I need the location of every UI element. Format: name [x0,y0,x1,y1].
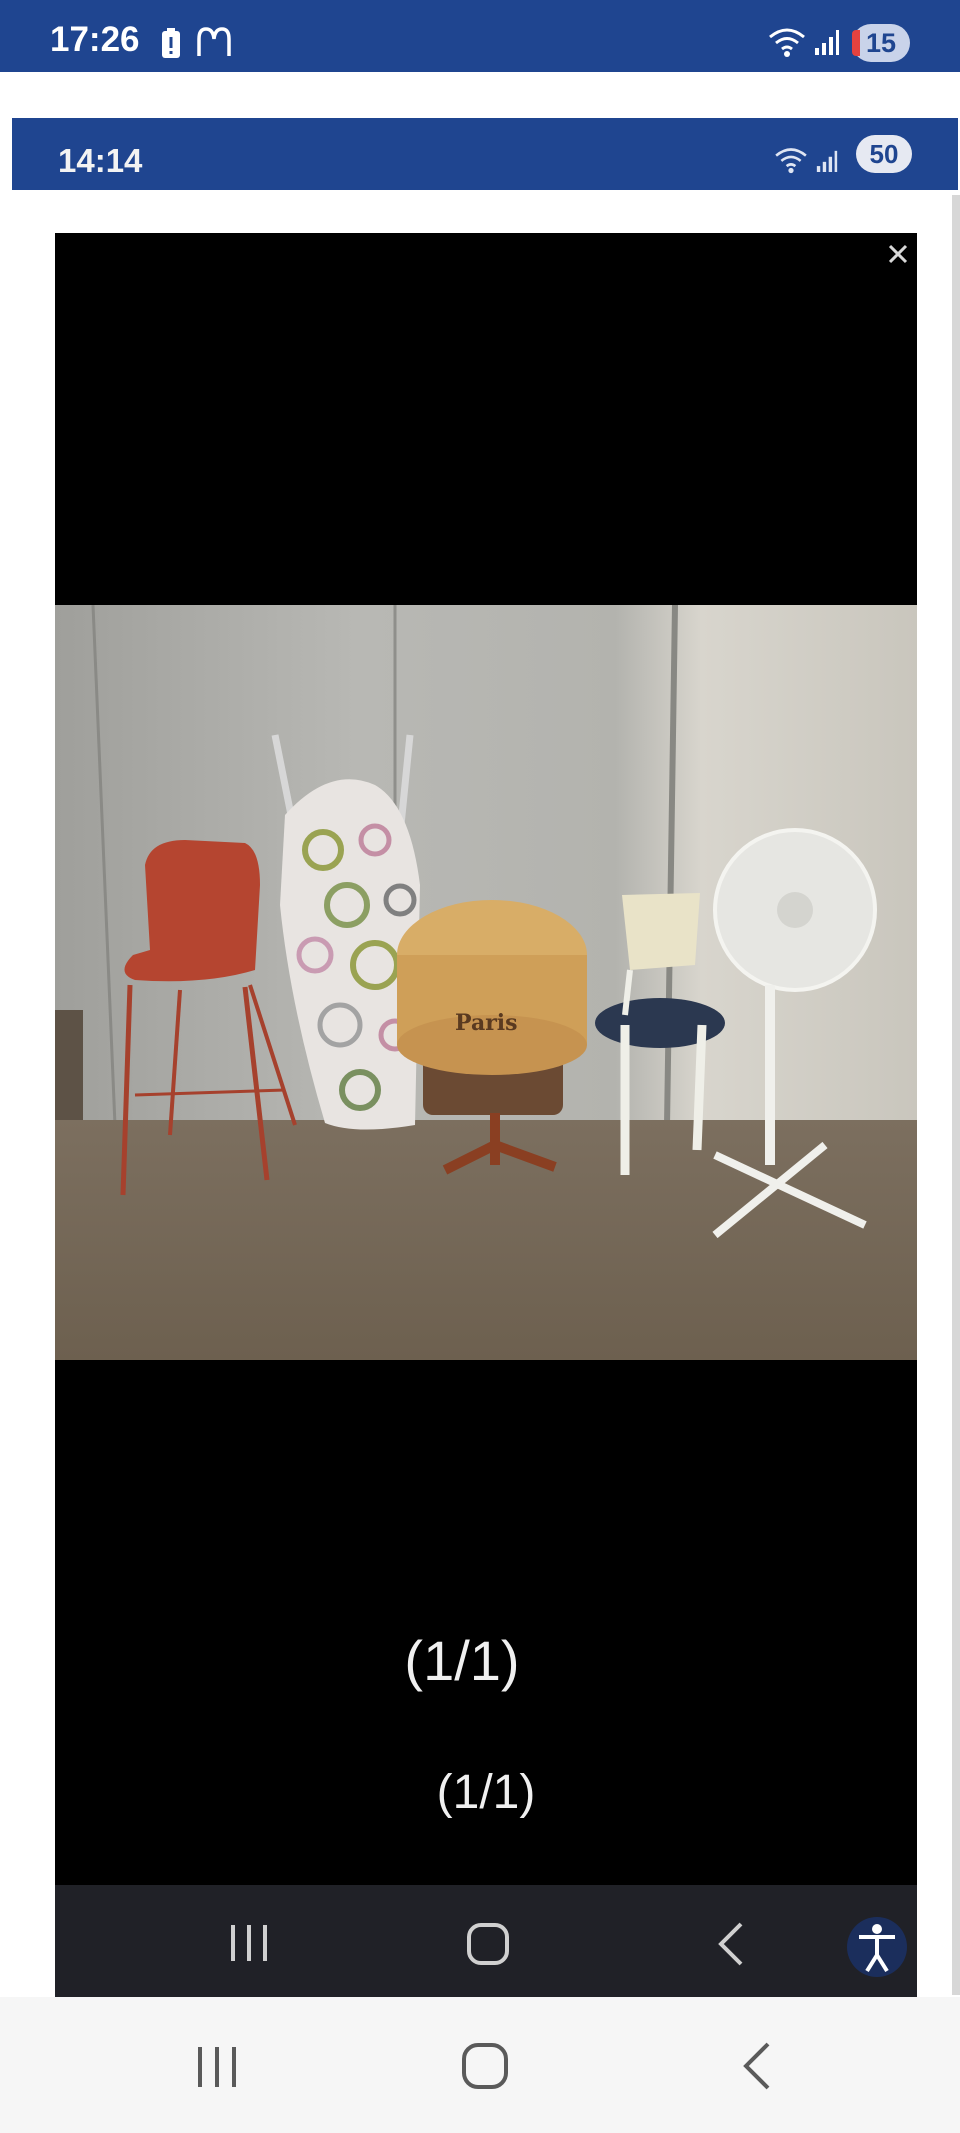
notification-count: 15 [865,28,897,58]
recent-apps-icon[interactable] [227,1923,271,1963]
box [55,1010,83,1120]
status-time: 17:26 [50,20,140,59]
notification-count: 50 [869,139,899,169]
notification-count-badge: 15 [852,24,910,62]
back-icon[interactable] [715,1921,745,1967]
image-counter-secondary: (1/1) [436,1766,536,1819]
status-bar: 17:26 15 [0,0,960,72]
image-counter: (1/1) [404,1629,520,1692]
mcdonalds-logo-icon [197,27,231,56]
furniture-photo: Paris [55,605,917,1360]
wifi-icon [775,148,807,174]
navigation-bar [0,1997,960,2133]
close-icon[interactable] [887,243,909,265]
recent-apps-icon[interactable] [194,2045,240,2089]
box-label: Paris [455,1010,518,1036]
signal-icon [816,150,838,172]
badge-indicator [852,30,860,56]
inner-navigation-bar [55,1885,917,1997]
battery-alert-icon [162,28,180,58]
inner-status-bar: 14:14 50 [12,118,958,190]
scrollbar[interactable] [952,195,960,1995]
wifi-icon [769,28,805,57]
inner-status-time: 14:14 [58,142,143,179]
accessibility-icon[interactable] [845,1915,909,1979]
back-icon[interactable] [738,2041,772,2091]
signal-icon [815,30,839,55]
home-icon[interactable] [465,1921,511,1967]
floor [55,1120,917,1360]
notification-count-badge: 50 [856,135,912,173]
home-icon[interactable] [460,2041,510,2091]
